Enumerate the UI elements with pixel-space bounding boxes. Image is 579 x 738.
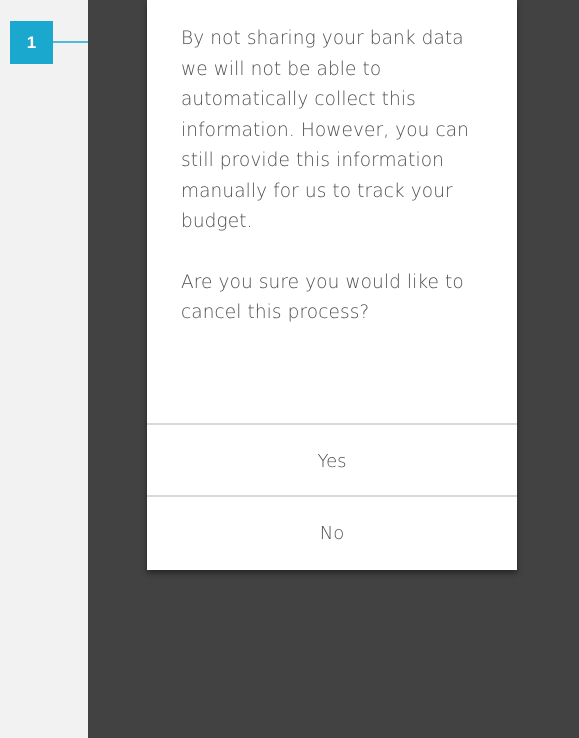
- annotation-badge: 1: [10, 21, 53, 64]
- dialog-message-explanation: By not sharing your bank data we will no…: [181, 28, 469, 232]
- divider: [147, 495, 517, 497]
- cancel-confirmation-dialog: By not sharing your bank data we will no…: [147, 0, 517, 570]
- dialog-message-question: Are you sure you would like to cancel th…: [181, 271, 464, 324]
- no-button[interactable]: No: [147, 499, 517, 569]
- divider: [147, 423, 517, 425]
- left-margin-panel: 1: [0, 0, 178, 738]
- dialog-message: By not sharing your bank data we will no…: [181, 24, 491, 329]
- yes-button[interactable]: Yes: [147, 427, 517, 497]
